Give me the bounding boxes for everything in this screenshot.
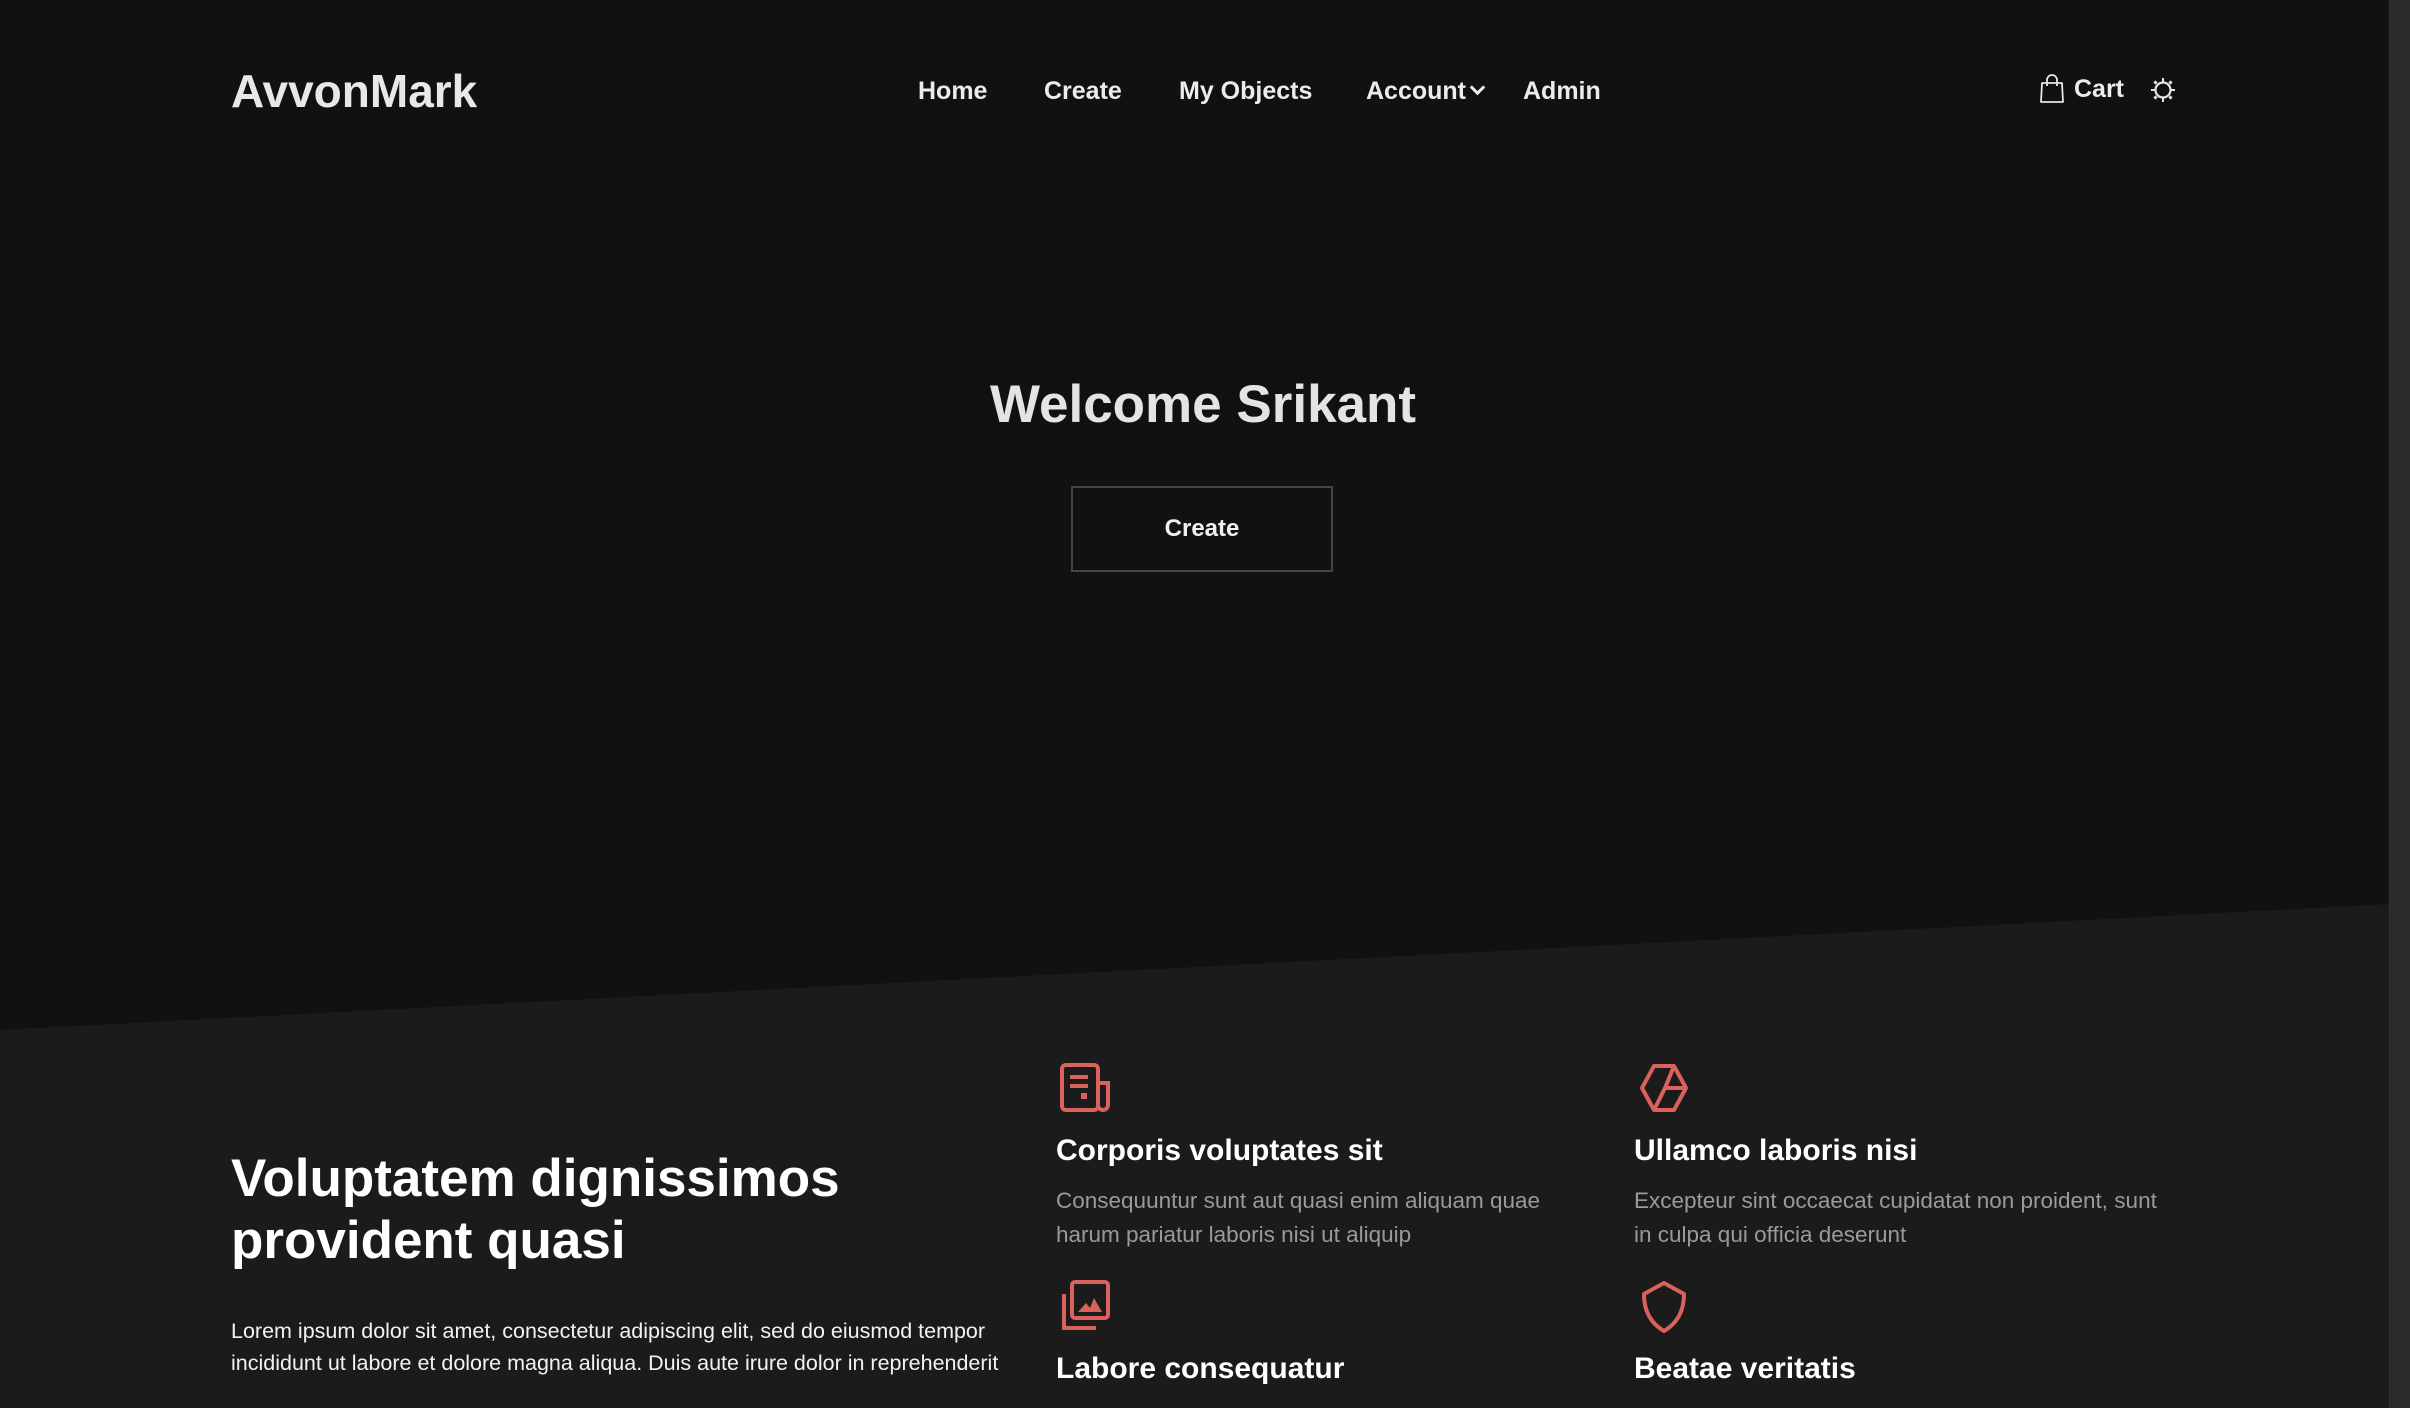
feature-title: Ullamco laboris nisi: [1634, 1134, 1918, 1167]
feature-description-line: Consequuntur sunt aut quasi enim aliquam…: [1056, 1188, 1541, 1213]
images-icon: [1062, 1280, 1110, 1330]
feature-description-line: harum pariatur laboris nisi ut aliquip: [1056, 1222, 1412, 1247]
nav-home[interactable]: Home: [918, 77, 987, 106]
features-paragraph-line: Lorem ipsum dolor sit amet, consectetur …: [231, 1319, 986, 1343]
features-paragraph: Lorem ipsum dolor sit amet, consectetur …: [231, 1315, 998, 1379]
sun-icon[interactable]: [2150, 77, 2176, 103]
feature-description: Excepteur sint occaecat cupidatat non pr…: [1634, 1184, 2157, 1252]
nav-admin[interactable]: Admin: [1523, 77, 1601, 106]
cube-icon: [1640, 1064, 1688, 1112]
chevron-down-icon: [1469, 79, 1486, 96]
nav-account-label: Account: [1366, 77, 1466, 105]
welcome-title: Welcome Srikant: [989, 375, 1417, 434]
feature-description-line: in culpa qui officia deserunt: [1634, 1222, 1907, 1247]
page-scrollbar[interactable]: [2389, 0, 2410, 1408]
feature-description: Consequuntur sunt aut quasi enim aliquam…: [1056, 1184, 1540, 1252]
feature-description-line: Excepteur sint occaecat cupidatat non pr…: [1634, 1188, 2157, 1213]
feature-title: Labore consequatur: [1056, 1352, 1345, 1385]
newspaper-icon: [1060, 1063, 1110, 1112]
feature-title: Corporis voluptates sit: [1056, 1134, 1383, 1167]
shopping-bag-icon: [2040, 74, 2064, 103]
shield-icon: [1642, 1281, 1686, 1333]
nav-my-objects[interactable]: My Objects: [1179, 77, 1312, 106]
features-heading-line: Voluptatem dignissimos: [231, 1149, 840, 1208]
cart-button[interactable]: Cart: [2040, 74, 2124, 104]
feature-title: Beatae veritatis: [1634, 1352, 1856, 1385]
nav-create[interactable]: Create: [1044, 77, 1122, 106]
cart-label: Cart: [2074, 74, 2125, 103]
features-paragraph-line: incididunt ut labore et dolore magna ali…: [231, 1351, 999, 1375]
features-heading-line: provident quasi: [231, 1211, 626, 1270]
nav-account[interactable]: Account: [1366, 77, 1486, 106]
features-heading: Voluptatem dignissimos provident quasi: [231, 1148, 840, 1272]
logo[interactable]: AvvonMark: [231, 64, 477, 118]
hero-create-button[interactable]: Create: [1071, 486, 1333, 572]
